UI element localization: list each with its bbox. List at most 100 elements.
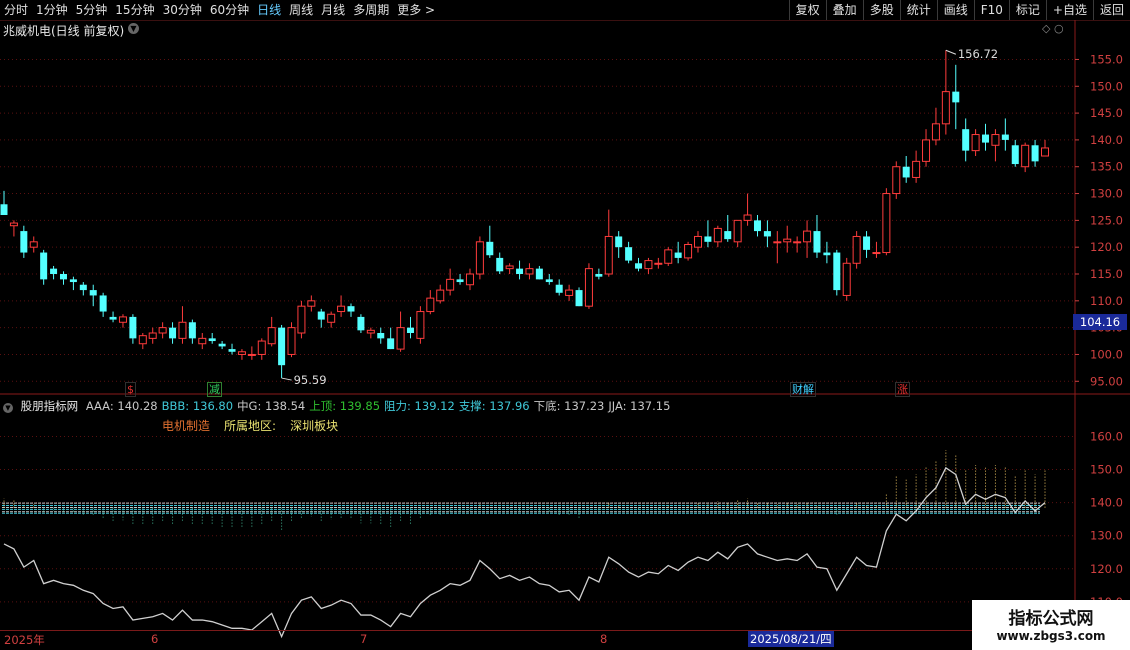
price-tick-label: 95.00 [1090, 374, 1123, 388]
chevron-down-icon[interactable]: ▼ [3, 403, 13, 413]
candle-body [654, 262, 663, 265]
candle-body [842, 262, 851, 296]
candle-body [724, 231, 732, 240]
indicator-sub-label: 所属地区: [224, 419, 277, 433]
candle-body [287, 327, 296, 355]
high-label: 156.72 [958, 47, 998, 61]
candle-body [931, 123, 940, 141]
candle-body [327, 313, 336, 323]
date-label: 8 [600, 632, 608, 646]
candle-body [1021, 144, 1030, 168]
candle-body [882, 193, 891, 254]
candle-body [228, 349, 236, 352]
watermark-title: 指标公式网 [1008, 609, 1094, 629]
price-tick-label: 125.0 [1090, 213, 1123, 227]
candle-body [237, 351, 246, 355]
candle-body [169, 327, 177, 339]
candle-body [188, 322, 196, 339]
indicator-value: AAA: 140.28 [85, 399, 158, 413]
candle-body [99, 295, 107, 312]
candle-body [852, 235, 861, 264]
indicator-line [3, 466, 1046, 639]
indicator-value: 中G: 138.54 [237, 399, 306, 413]
candle-body [40, 252, 48, 280]
price-tick-label: 150.0 [1090, 79, 1123, 93]
candle-body [516, 268, 524, 274]
candle-body [486, 241, 494, 256]
candle-body [545, 279, 553, 283]
candle-body [595, 274, 603, 277]
candle-body [962, 129, 970, 151]
candle-body [674, 252, 682, 258]
candle-body [109, 316, 117, 320]
candle-body [69, 279, 77, 283]
event-marker[interactable]: 涨 [895, 382, 910, 397]
candle-body [267, 327, 276, 345]
candle-body [129, 316, 137, 339]
candle-body [922, 139, 931, 162]
candle-body [615, 236, 623, 248]
price-tick-label: 145.0 [1090, 106, 1123, 120]
indicator-value: 上顶: 139.85 [309, 399, 381, 413]
candle-body [625, 247, 633, 261]
indicator-tick-label: 130.0 [1090, 529, 1123, 543]
event-marker[interactable]: $ [125, 382, 136, 397]
candle-body [138, 335, 147, 345]
candle-body [357, 316, 365, 331]
event-marker[interactable]: 减 [207, 382, 222, 397]
candle-body [426, 297, 435, 313]
price-tick-label: 115.0 [1090, 267, 1123, 281]
candle-body [604, 235, 613, 275]
candle-body [1041, 147, 1049, 157]
candle-body [9, 222, 18, 227]
candle-body [872, 252, 881, 255]
candle-body [565, 289, 574, 296]
candle-body [387, 338, 395, 350]
candle-body [575, 290, 583, 307]
candle-body [684, 244, 693, 259]
candle-body [59, 274, 67, 280]
candle-body [475, 241, 484, 275]
candle-body [991, 134, 1000, 146]
candle-body [833, 252, 841, 291]
indicator-value: BBB: 136.80 [161, 399, 234, 413]
watermark-logo: 指标公式网 www.zbgs3.com [972, 600, 1130, 650]
candle-body [1031, 145, 1039, 162]
candle-body [664, 249, 673, 264]
candle-body [823, 252, 831, 256]
candle-body [158, 327, 167, 334]
candle-body [257, 340, 266, 355]
candle-body [20, 231, 28, 253]
event-marker[interactable]: 财解 [790, 382, 816, 397]
date-label: 2025年 [4, 633, 45, 647]
candle-body [971, 134, 980, 152]
candle-body [753, 220, 761, 232]
indicator-tick-label: 160.0 [1090, 429, 1123, 443]
indicator-value: 下底: 137.23 [533, 399, 605, 413]
price-tick-label: 130.0 [1090, 187, 1123, 201]
candle-body [377, 333, 385, 339]
candle-body [912, 160, 921, 178]
candle-body [743, 214, 752, 221]
candle-body [337, 305, 346, 313]
high-pointer [945, 49, 957, 55]
candle-body [763, 231, 771, 237]
candle-body [79, 284, 87, 291]
kline-chart: 155.0 150.0 145.0 140.0 135.0 130.0 125.0 120.0… [0, 20, 1130, 639]
date-label: 7 [360, 632, 368, 646]
candle-body [446, 278, 455, 291]
indicator-tick-label: 120.0 [1090, 562, 1123, 576]
candle-body [584, 268, 593, 307]
candle-body [555, 284, 563, 293]
indicator-name[interactable]: 股朋指标网 [21, 399, 79, 413]
candle-body [704, 236, 712, 242]
date-axis: 2025年 6 7 8 [0, 630, 1075, 649]
low-label: 95.59 [294, 373, 327, 387]
candle-body [535, 268, 543, 280]
candle-body [783, 238, 792, 243]
candle-body [902, 166, 910, 178]
candle-body [952, 91, 960, 103]
candle-body [436, 289, 445, 302]
candle-body [406, 327, 414, 333]
candle-body [307, 300, 316, 307]
